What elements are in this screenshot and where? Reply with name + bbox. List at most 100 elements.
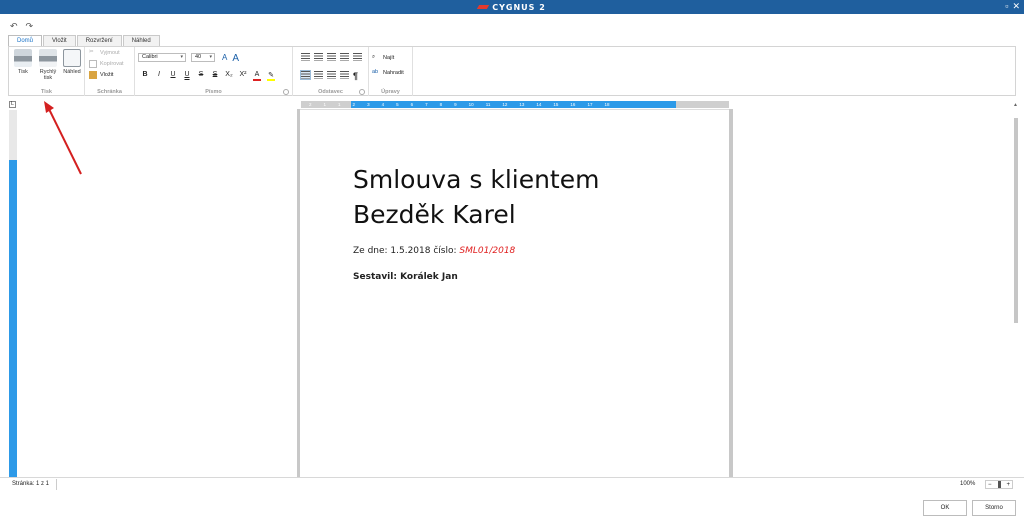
annotation-arrow-line [47, 106, 82, 175]
ruler-tick-label: 11 [485, 102, 491, 107]
numbered-list-icon[interactable] [314, 53, 323, 61]
doc-number: SML01/2018 [459, 246, 516, 256]
tab-insert[interactable]: Vložit [43, 35, 76, 46]
replace-button[interactable]: ab Nahradit [372, 69, 404, 77]
document-page[interactable]: Smlouva s klientem Bezděk Karel Ze dne: … [300, 109, 729, 477]
quick-print-label: Rychlý tisk [39, 69, 57, 81]
tab-stop-selector[interactable]: L [9, 101, 16, 108]
ruler-tick-label: 2 [352, 102, 356, 107]
double-strikethrough-button[interactable]: S [211, 71, 219, 81]
tab-preview[interactable]: Náhled [122, 35, 160, 46]
ruler-tick-label: 15 [553, 102, 559, 107]
align-justify-icon[interactable] [340, 71, 349, 79]
paste-button[interactable]: Vložit [89, 71, 113, 79]
bullet-list-icon[interactable] [301, 53, 310, 61]
align-left-icon[interactable] [300, 70, 311, 80]
align-buttons: ¶ [300, 70, 358, 81]
zoom-out-icon[interactable]: − [988, 482, 992, 488]
tab-layout[interactable]: Rozvržení [76, 35, 122, 46]
tab-home[interactable]: Domů [8, 35, 43, 46]
grow-font-icon[interactable]: A [222, 53, 227, 64]
close-icon[interactable]: ✕ [1012, 1, 1020, 12]
clipboard-group-label: Schránka [97, 89, 122, 95]
ribbon-tabs: Domů Vložit Rozvržení Náhled [8, 35, 161, 46]
scroll-up-icon[interactable]: ▲ [1013, 102, 1018, 108]
chevron-down-icon: ▾ [180, 54, 183, 60]
ruler-tick-label: 10 [468, 102, 474, 107]
replace-icon: ab [372, 69, 379, 75]
copy-button[interactable]: Kopírovat [89, 60, 124, 68]
find-button[interactable]: ⌕ Najít [372, 54, 394, 62]
copy-label: Kopírovat [100, 61, 124, 67]
cut-button[interactable]: ✂ Vyjmout [89, 49, 120, 57]
ruler-tick-label: 4 [381, 102, 385, 107]
status-divider [56, 479, 57, 490]
ruler-tick-label: 3 [367, 102, 370, 107]
zoom-in-icon[interactable]: + [1006, 482, 1010, 488]
scissors-icon: ✂ [89, 49, 94, 55]
align-center-icon[interactable] [314, 71, 323, 79]
horizontal-ruler[interactable]: 2 1 1 2 3 4 5 6 7 8 9 10 11 12 13 14 15 16 17 18 [301, 101, 729, 108]
zoom-slider[interactable]: − + [985, 480, 1013, 489]
preview-button[interactable]: Náhled [59, 49, 85, 75]
undo-icon[interactable]: ↶ [10, 21, 18, 32]
document-page-frame: Smlouva s klientem Bezděk Karel Ze dne: … [297, 109, 733, 477]
print-label: Tisk [18, 69, 28, 75]
multilevel-list-icon[interactable] [327, 53, 336, 61]
ruler-tick-label: 16 [570, 102, 576, 107]
ruler-tick-label: 17 [587, 102, 593, 107]
pilcrow-icon[interactable]: ¶ [353, 71, 358, 81]
ruler-tick-label: 5 [396, 102, 399, 107]
print-group: Tisk Rychlý tisk Náhled Tisk [9, 47, 85, 96]
print-button[interactable]: Tisk [10, 49, 36, 75]
underline-button[interactable]: U [169, 71, 177, 81]
doc-date-line: Ze dne: 1.5.2018 číslo: SML01/2018 [353, 246, 515, 256]
ruler-tick-label: 7 [425, 102, 428, 107]
vertical-scrollbar[interactable]: ▲ [1012, 100, 1020, 477]
ruler-tick-label: 9 [454, 102, 457, 107]
highlight-color-icon[interactable]: ✎ [267, 71, 275, 81]
font-group: Calibri ▾ 40 ▾ A A B I U U S S X₂ X² A ✎… [135, 47, 293, 96]
subscript-button[interactable]: X₂ [225, 71, 233, 81]
redo-icon[interactable]: ↷ [26, 21, 34, 32]
quick-print-button[interactable]: Rychlý tisk [35, 49, 61, 81]
ruler-tick-label: 12 [502, 102, 508, 107]
clipboard-group: ✂ Vyjmout Kopírovat Vložit Schránka [85, 47, 135, 96]
copy-icon [89, 60, 97, 68]
list-buttons [301, 53, 362, 61]
zoom-thumb[interactable] [997, 481, 1001, 488]
print-group-label: Tisk [41, 89, 52, 95]
ruler-tick-label: 2 [309, 102, 312, 107]
font-size-value: 40 [195, 54, 202, 60]
restore-icon[interactable]: ▫ [1005, 1, 1008, 12]
increase-indent-icon[interactable] [353, 53, 362, 61]
paragraph-dialog-launcher-icon[interactable] [359, 89, 365, 95]
edit-group-label: Úpravy [381, 89, 400, 95]
scroll-thumb[interactable] [1014, 118, 1018, 323]
annotation-arrow [44, 101, 82, 175]
title-bar: CYGNUS 2 ▫ ✕ [0, 0, 1024, 14]
quick-printer-icon [39, 49, 57, 67]
align-right-icon[interactable] [327, 71, 336, 79]
format-buttons: B I U U S S X₂ X² A ✎ [141, 71, 275, 81]
binoculars-icon: ⌕ [372, 54, 376, 60]
font-size-select[interactable]: 40 ▾ [191, 53, 215, 62]
decrease-indent-icon[interactable] [340, 53, 349, 61]
double-underline-button[interactable]: U [183, 71, 191, 81]
cancel-button[interactable]: Storno [972, 500, 1016, 516]
font-dialog-launcher-icon[interactable] [283, 89, 289, 95]
doc-date-prefix: Ze dne: 1.5.2018 číslo: [353, 246, 460, 256]
font-color-button[interactable]: A [253, 71, 261, 81]
page-indicator: Stránka: 1 z 1 [12, 481, 50, 487]
italic-button[interactable]: I [155, 71, 163, 81]
replace-label: Nahradit [383, 70, 404, 76]
ruler-ticks: 2 1 1 2 3 4 5 6 7 8 9 10 11 12 13 14 15 16 17 18 [301, 101, 729, 108]
strikethrough-button[interactable]: S [197, 71, 205, 81]
bold-button[interactable]: B [141, 71, 149, 81]
shrink-font-icon[interactable]: A [232, 53, 239, 64]
ok-button[interactable]: OK [923, 500, 967, 516]
app-brand: CYGNUS 2 [477, 3, 546, 12]
superscript-button[interactable]: X² [239, 71, 247, 81]
font-name-select[interactable]: Calibri ▾ [138, 53, 186, 62]
printer-icon [14, 49, 32, 67]
